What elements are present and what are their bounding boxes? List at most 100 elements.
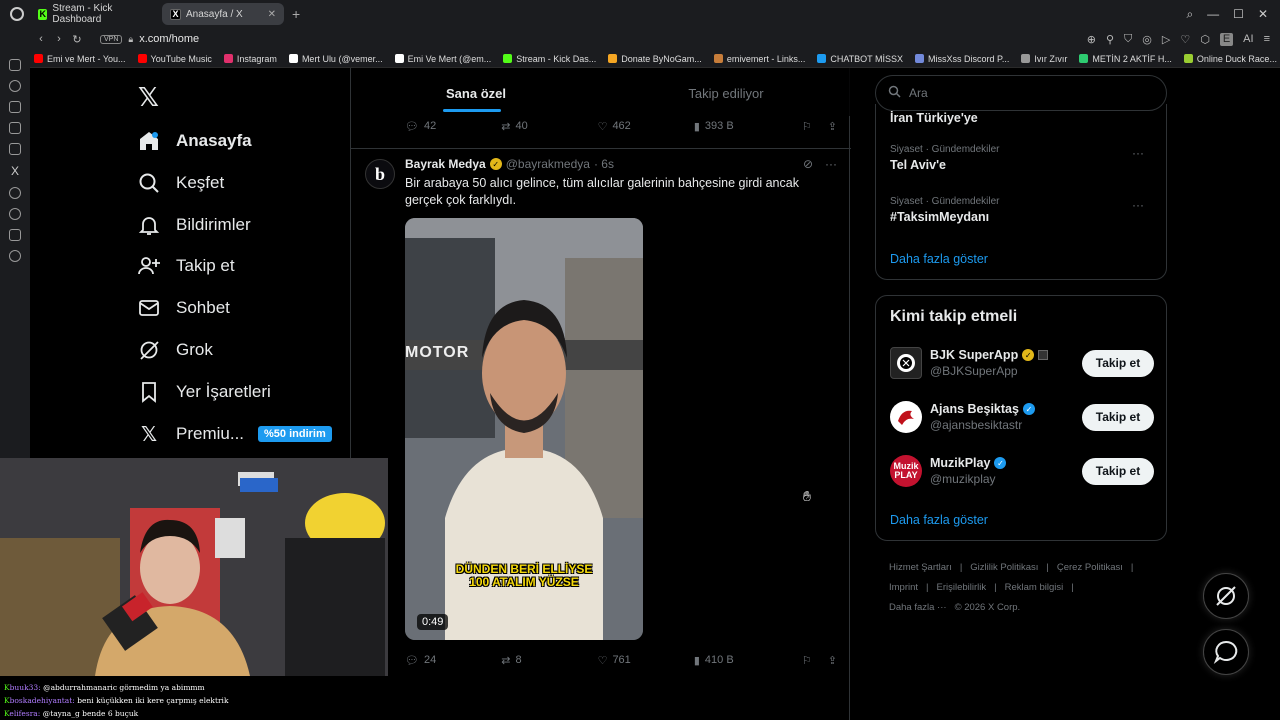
maximize-icon[interactable]: ☐ xyxy=(1233,7,1244,22)
tab-x-home[interactable]: X Anasayfa / X ✕ xyxy=(162,3,284,25)
profile-icon[interactable]: E xyxy=(1219,32,1234,46)
sidebar-gamepad-icon[interactable] xyxy=(9,59,21,71)
url-field[interactable]: x.com/home xyxy=(139,33,199,45)
bookmark-icon[interactable]: ⚐ xyxy=(802,654,812,667)
footer-link[interactable]: Hizmet Şartları xyxy=(889,562,952,573)
pin-icon[interactable]: ⚲ xyxy=(1106,33,1114,46)
views-button[interactable]: ▮ 410 B xyxy=(694,654,802,667)
footer-link[interactable]: Gizlilik Politikası xyxy=(970,562,1038,573)
bookmark-item[interactable]: MissXss Discord P... xyxy=(915,54,1009,64)
views-button[interactable]: ▮ 393 B xyxy=(694,120,802,133)
zoom-icon[interactable]: ⊕ xyxy=(1087,33,1096,46)
sidebar-bag-icon[interactable] xyxy=(9,101,21,113)
vpn-badge[interactable]: VPN xyxy=(100,34,123,44)
share-icon[interactable]: ⇪ xyxy=(828,120,837,133)
bookmark-item[interactable]: emivemert - Links... xyxy=(713,54,805,64)
footer-link[interactable]: © 2026 X Corp. xyxy=(955,602,1021,613)
play-icon[interactable]: ▷ xyxy=(1162,33,1170,46)
avatar[interactable] xyxy=(890,347,922,379)
author-name[interactable]: Bayrak Medya xyxy=(405,157,486,171)
heart-icon[interactable]: ♡ xyxy=(1180,33,1190,46)
tab-for-you[interactable]: Sana özel xyxy=(351,68,601,116)
video-player[interactable]: MOTOR DÜNDEN BERİ ELLİYSE 100 ATALIM YÜZ… xyxy=(405,218,643,640)
back-icon[interactable]: ‹ xyxy=(32,33,50,45)
ai-label[interactable]: AI xyxy=(1243,33,1253,46)
who-item[interactable]: BJK SuperApp ✓ @BJKSuperApp Takip et xyxy=(890,344,1154,382)
follow-button[interactable]: Takip et xyxy=(1082,349,1154,377)
repost-button[interactable]: ⇄ 40 xyxy=(501,120,597,133)
nav-notifications[interactable]: Bildirimler xyxy=(138,210,251,240)
show-more-who-link[interactable]: Daha fazla göster xyxy=(890,513,988,527)
bookmark-item[interactable]: YouTube Music xyxy=(137,54,212,64)
avatar[interactable] xyxy=(890,401,922,433)
bookmark-item[interactable]: CHATBOT MİSSX xyxy=(817,54,903,64)
grok-icon[interactable]: ⊘ xyxy=(803,157,813,171)
tab-following[interactable]: Takip ediliyor xyxy=(601,68,851,116)
reload-icon[interactable]: ↻ xyxy=(68,33,86,46)
menu-icon[interactable]: ≡ xyxy=(1264,33,1270,46)
reply-button[interactable]: 💬︎ 24 xyxy=(405,654,501,667)
footer-link[interactable]: Daha fazla ··· xyxy=(889,602,947,613)
nav-follow[interactable]: Takip et xyxy=(138,251,235,281)
sidebar-extension-icon[interactable] xyxy=(9,229,21,241)
minimize-icon[interactable]: — xyxy=(1207,7,1219,22)
nav-messages[interactable]: Sohbet xyxy=(138,293,230,323)
sidebar-x-icon[interactable]: X xyxy=(0,164,30,178)
bookmark-item[interactable]: Instagram xyxy=(223,54,277,64)
bookmark-item[interactable]: Online Duck Race... xyxy=(1183,54,1277,64)
x-logo[interactable]: 𝕏 xyxy=(138,82,159,113)
sidebar-messenger-icon[interactable] xyxy=(9,187,21,199)
show-more-trends-link[interactable]: Daha fazla göster xyxy=(890,252,988,266)
who-item[interactable]: Muzik PLAY MuzikPlay ✓ @muzikplay Takip e… xyxy=(890,452,1154,490)
footer-link[interactable]: Imprint xyxy=(889,582,918,593)
author-handle[interactable]: @bayrakmedya xyxy=(506,157,590,171)
shield-icon[interactable]: ⛉ xyxy=(1124,33,1132,46)
who-item[interactable]: Ajans Beşiktaş ✓ @ajansbesiktastr Takip e… xyxy=(890,398,1154,436)
bookmark-item[interactable]: Mert Ulu (@vemer... xyxy=(288,54,383,64)
sidebar-settings-icon[interactable] xyxy=(9,250,21,262)
tweet[interactable]: b Bayrak Medya ✓ @bayrakmedya · 6s ⊘ ···… xyxy=(351,148,851,678)
nav-home[interactable]: Anasayfa xyxy=(138,126,252,156)
sidebar-mail-icon[interactable] xyxy=(9,143,21,155)
close-window-icon[interactable]: ✕ xyxy=(1258,7,1268,22)
more-icon[interactable]: ··· xyxy=(825,157,837,171)
like-button[interactable]: ♡ 462 xyxy=(598,120,694,133)
forward-icon[interactable]: › xyxy=(50,33,68,45)
like-button[interactable]: ♡ 761 xyxy=(598,654,694,667)
trend-item[interactable]: Siyaset · Gündemdekiler #TaksimMeydanı xyxy=(890,196,1000,224)
follow-button[interactable]: Takip et xyxy=(1082,457,1154,485)
bookmark-icon[interactable]: ⚐ xyxy=(802,120,812,133)
reply-button[interactable]: 💬︎ 42 xyxy=(405,120,501,133)
repost-button[interactable]: ⇄ 8 xyxy=(501,654,597,667)
new-tab-button[interactable]: + xyxy=(292,6,300,22)
bookmark-item[interactable]: Ivır Zıvır xyxy=(1021,54,1067,64)
close-tab-icon[interactable]: ✕ xyxy=(268,9,276,20)
more-icon[interactable]: ··· xyxy=(1132,146,1144,160)
share-icon[interactable]: ⇪ xyxy=(828,654,837,667)
trend-partial[interactable]: İran Türkiye'ye xyxy=(890,108,978,125)
sidebar-history-icon[interactable] xyxy=(9,80,21,92)
bookmark-item[interactable]: METİN 2 AKTİF H... xyxy=(1079,54,1172,64)
nav-premium[interactable]: 𝕏 Premiu... %50 indirim xyxy=(138,419,332,449)
grok-fab-button[interactable] xyxy=(1203,573,1249,619)
messages-fab-button[interactable] xyxy=(1203,629,1249,675)
camera-icon[interactable]: ◎ xyxy=(1142,33,1152,46)
footer-link[interactable]: Reklam bilgisi xyxy=(1005,582,1064,593)
search-tabs-icon[interactable]: ⌕ xyxy=(1186,7,1193,22)
trend-item[interactable]: Siyaset · Gündemdekiler Tel Aviv'e xyxy=(890,144,1000,172)
bookmark-item[interactable]: Stream - Kick Das... xyxy=(503,54,596,64)
footer-link[interactable]: Çerez Politikası xyxy=(1057,562,1123,573)
nav-explore[interactable]: Keşfet xyxy=(138,168,224,198)
nav-bookmarks[interactable]: Yer İşaretleri xyxy=(138,377,271,407)
sidebar-clock-icon[interactable] xyxy=(9,208,21,220)
sidebar-twitch-icon[interactable] xyxy=(9,122,21,134)
post-time[interactable]: · 6s xyxy=(594,157,614,171)
bookmark-item[interactable]: Donate ByNoGam... xyxy=(608,54,702,64)
footer-link[interactable]: Erişilebilirlik xyxy=(937,582,987,593)
nav-grok[interactable]: Grok xyxy=(138,335,213,365)
more-icon[interactable]: ··· xyxy=(1132,198,1144,212)
tab-kick-dashboard[interactable]: K Stream - Kick Dashboard xyxy=(30,3,156,25)
premium-discount-badge[interactable]: %50 indirim xyxy=(258,426,332,442)
avatar[interactable]: b xyxy=(365,159,395,189)
extensions-icon[interactable]: ⬡ xyxy=(1200,33,1210,46)
